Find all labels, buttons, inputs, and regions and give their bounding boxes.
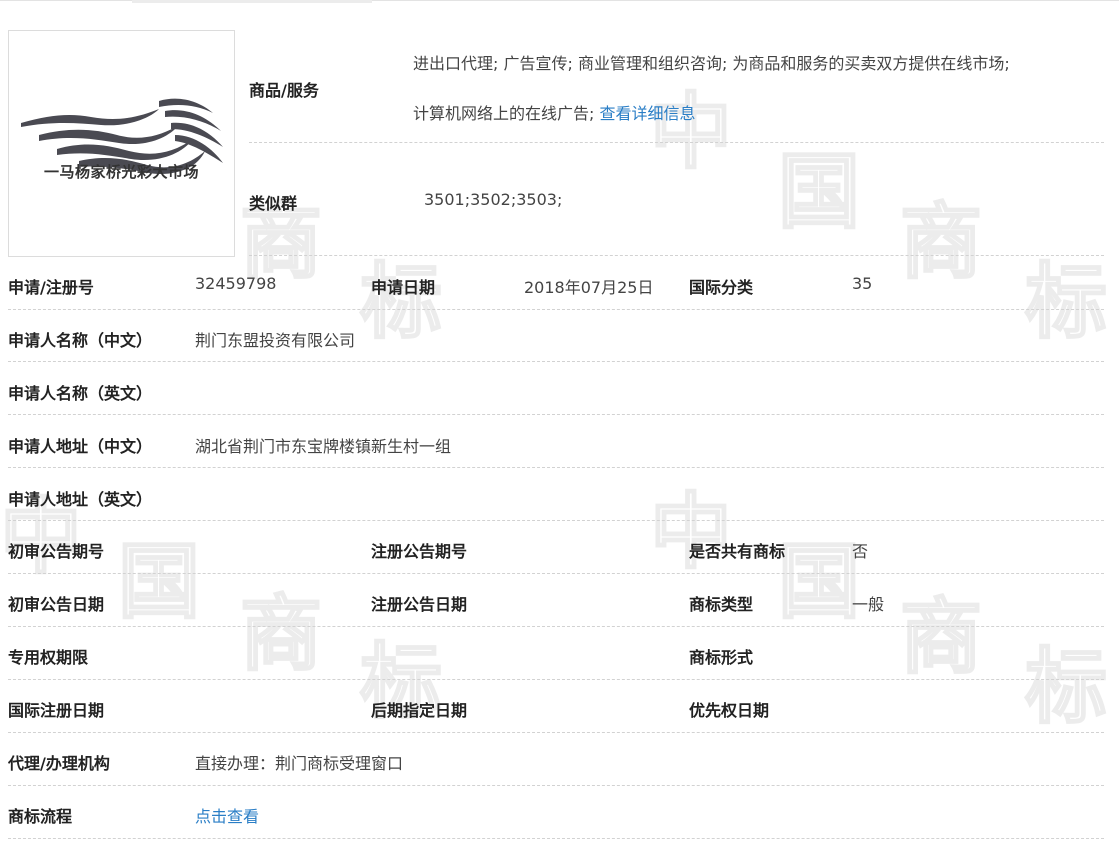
goods-services-label: 商品/服务 [249,81,319,100]
reg-pub-no-label: 注册公告期号 [371,542,468,561]
prelim-pub-date-label: 初审公告日期 [8,595,105,614]
apply-date-value: 2018年07月25日 [524,278,654,297]
later-designation-date-label: 后期指定日期 [371,701,468,720]
address-en-label: 申请人地址（英文） [8,490,153,509]
row-separator [8,414,1104,415]
similar-group-value: 3501;3502;3503; [424,190,563,209]
shared-mark-value: 否 [852,542,869,561]
applicant-cn-label: 申请人名称（中文） [8,331,153,350]
goods-services-line1: 进出口代理; 广告宣传; 商业管理和组织咨询; 为商品和服务的买卖双方提供在线市… [413,54,1010,73]
process-label: 商标流程 [8,807,73,826]
intl-reg-date-label: 国际注册日期 [8,701,105,720]
intl-class-label: 国际分类 [689,278,754,297]
agency-label: 代理/办理机构 [8,754,110,773]
row-separator [8,309,1104,310]
trademark-detail: 一马杨家桥光彩大市场 商品/服务 进出口代理; 广告宣传; 商业管理和组织咨询;… [0,0,1119,848]
prelim-pub-no-label: 初审公告期号 [8,542,105,561]
goods-services-line2: 计算机网络上的在线广告; 查看详细信息 [413,100,696,124]
mark-type-value: 一般 [852,595,885,614]
priority-date-label: 优先权日期 [689,701,770,720]
trademark-image: 一马杨家桥光彩大市场 [8,30,235,257]
row-separator [8,573,1104,574]
row-separator [249,142,1104,143]
row-separator [8,732,1104,733]
address-cn-value: 湖北省荆门市东宝牌楼镇新生村一组 [195,437,452,456]
reg-no-value: 32459798 [195,274,277,293]
view-process-link[interactable]: 点击查看 [195,803,259,827]
row-separator [8,520,1104,521]
row-separator [8,467,1104,468]
view-details-link[interactable]: 查看详细信息 [600,104,696,123]
row-separator [8,361,1104,362]
logo-caption: 一马杨家桥光彩大市场 [43,163,199,181]
row-separator [8,785,1104,786]
row-separator [249,255,1104,256]
waves-logo-icon [21,98,223,175]
reg-no-label: 申请/注册号 [8,278,94,297]
row-separator [8,626,1104,627]
address-cn-label: 申请人地址（中文） [8,437,153,456]
row-separator [8,679,1104,680]
intl-class-value: 35 [852,274,873,293]
apply-date-label: 申请日期 [371,278,436,297]
goods-services-text: 计算机网络上的在线广告; [413,104,595,123]
applicant-en-label: 申请人名称（英文） [8,384,153,403]
mark-form-label: 商标形式 [689,648,754,667]
mark-type-label: 商标类型 [689,595,754,614]
row-separator [8,838,1104,839]
applicant-cn-value: 荆门东盟投资有限公司 [195,331,356,350]
shared-mark-label: 是否共有商标 [689,542,786,561]
reg-pub-date-label: 注册公告日期 [371,595,468,614]
exclusive-period-label: 专用权期限 [8,648,89,667]
agency-value: 直接办理：荆门商标受理窗口 [195,754,404,773]
similar-group-label: 类似群 [249,194,298,213]
